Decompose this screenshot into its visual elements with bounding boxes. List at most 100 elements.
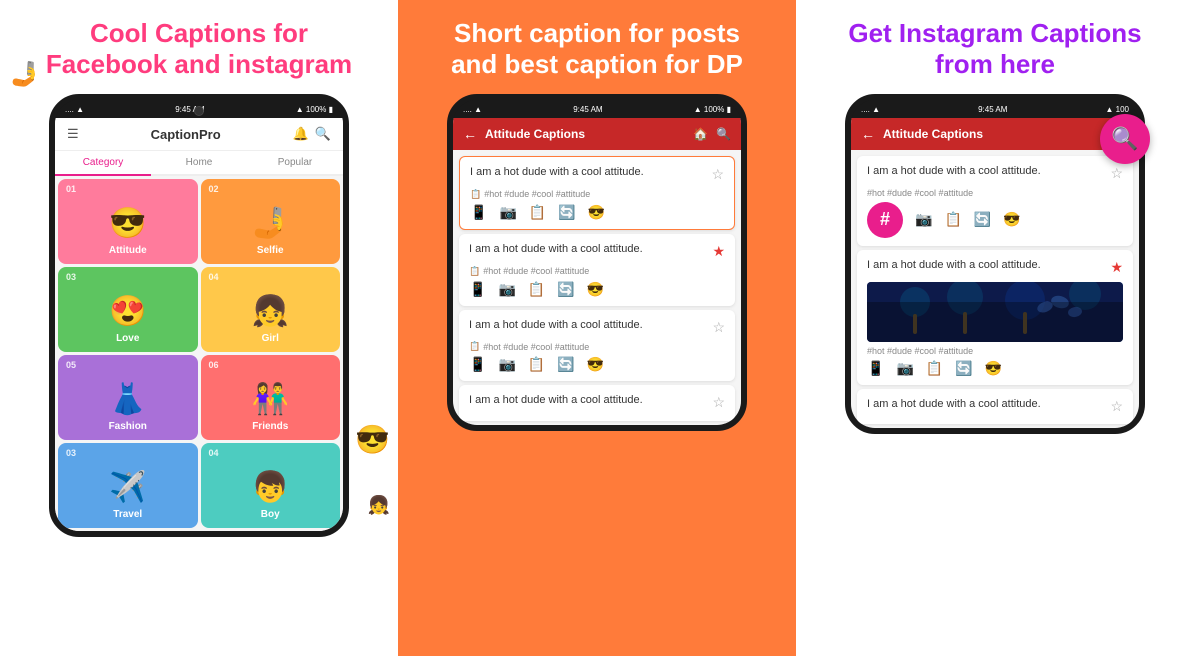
right-caption-text-3: I am a hot dude with a cool attitude. ☆ [867, 397, 1123, 417]
mid-status-time: 9:45 AM [573, 105, 602, 114]
right-star-1[interactable]: ☆ [1110, 164, 1123, 184]
mid-status-bar: .... ▲ 9:45 AM ▲ 100% ▮ [453, 100, 741, 118]
right-emoji-2[interactable]: 😎 [985, 360, 1002, 377]
grid-cell-fashion[interactable]: 05 👗 Fashion [58, 355, 198, 440]
right-copy-2[interactable]: 📋 [926, 360, 943, 377]
right-emoji-1[interactable]: 😎 [1003, 211, 1020, 228]
caption-tags-3: 📋 #hot #dude #cool #attitude [469, 341, 725, 352]
caption-card-3: I am a hot dude with a cool attitude. ☆ … [459, 310, 735, 382]
caption-tags-2: 📋 #hot #dude #cool #attitude [469, 266, 725, 277]
right-copy-1[interactable]: 📋 [944, 211, 961, 228]
section-mid: Short caption for posts and best caption… [398, 0, 796, 656]
grid-cell-friends[interactable]: 06 👫 Friends [201, 355, 341, 440]
right-instagram-2[interactable]: 📷 [896, 360, 913, 377]
share-icon-1[interactable]: 🔄 [558, 204, 575, 221]
grid-cell-travel[interactable]: 03 ✈️ Travel [58, 443, 198, 528]
right-app-bar: ← Attitude Captions 🏠 [851, 118, 1139, 150]
left-app-title: CaptionPro [151, 127, 221, 142]
instagram-icon-2[interactable]: 📷 [498, 281, 515, 298]
emoji-icon-2[interactable]: 😎 [587, 281, 604, 298]
share-icon-3[interactable]: 🔄 [557, 356, 574, 373]
mid-phone-screen: ← Attitude Captions 🏠 🔍 I am a hot dude … [453, 118, 741, 424]
mid-search-icon[interactable]: 🔍 [716, 127, 731, 141]
left-headline: Cool Captions for Facebook and instagram [0, 0, 398, 90]
right-caption-text-2: I am a hot dude with a cool attitude. ★ [867, 258, 1123, 278]
whatsapp-icon-1[interactable]: 📱 [470, 204, 487, 221]
whatsapp-icon-2[interactable]: 📱 [469, 281, 486, 298]
right-instagram-1[interactable]: 📷 [915, 211, 932, 228]
star-icon-3[interactable]: ☆ [712, 318, 725, 338]
whatsapp-icon-3[interactable]: 📱 [469, 356, 486, 373]
notification-icon[interactable]: 🔔 [293, 126, 309, 142]
section-left: Cool Captions for Facebook and instagram… [0, 0, 398, 656]
copy-icon-1[interactable]: 📋 [470, 189, 481, 200]
mid-status-battery: ▲ 100% ▮ [694, 105, 731, 114]
caption-actions-2: 📱 📷 📋 🔄 😎 [469, 281, 725, 298]
share-icon-2[interactable]: 🔄 [557, 281, 574, 298]
hamburger-icon[interactable]: ☰ [67, 126, 79, 142]
caption-image [867, 282, 1123, 342]
copy-action-1[interactable]: 📋 [529, 204, 546, 221]
left-app-bar-icons: 🔔 🔍 [293, 126, 331, 142]
emoji-icon-1[interactable]: 😎 [588, 204, 605, 221]
caption-text-4: I am a hot dude with a cool attitude. ☆ [469, 393, 725, 413]
tab-category[interactable]: Category [55, 151, 151, 176]
grid-cell-love[interactable]: 03 😍 Love [58, 267, 198, 352]
category-grid: 01 😎 Attitude 02 🤳 Selfie 03 😍 Love 04 👧 [55, 176, 343, 531]
right-star-2[interactable]: ★ [1110, 258, 1123, 278]
section-right: Get Instagram Captions from here 🔍 .... … [796, 0, 1194, 656]
copy-action-2[interactable]: 📋 [528, 281, 545, 298]
right-caption-actions-1: # 📷 📋 🔄 😎 [867, 202, 1123, 238]
grid-cell-selfie[interactable]: 02 🤳 Selfie [201, 179, 341, 264]
right-headline: Get Instagram Captions from here [796, 0, 1194, 90]
mid-phone: .... ▲ 9:45 AM ▲ 100% ▮ ← Attitude Capti… [447, 94, 747, 430]
copy-icon-2[interactable]: 📋 [469, 266, 480, 277]
mid-app-bar: ← Attitude Captions 🏠 🔍 [453, 118, 741, 150]
instagram-icon-3[interactable]: 📷 [498, 356, 515, 373]
star-icon-2[interactable]: ★ [712, 242, 725, 262]
star-icon-4[interactable]: ☆ [712, 393, 725, 413]
tab-popular[interactable]: Popular [247, 151, 343, 174]
right-caption-card-2: I am a hot dude with a cool attitude. ★ [857, 250, 1133, 385]
search-icon[interactable]: 🔍 [315, 126, 331, 142]
left-phone: .... ▲ 9:45 AM ▲ 100% ▮ ☰ CaptionPro 🔔 🔍… [49, 94, 349, 537]
mid-status-dots: .... ▲ [463, 105, 482, 114]
instagram-icon-1[interactable]: 📷 [499, 204, 516, 221]
right-whatsapp-2[interactable]: 📱 [867, 360, 884, 377]
left-phone-screen: ☰ CaptionPro 🔔 🔍 Category Home Popular 0… [55, 118, 343, 531]
caption-actions-1: 📱 📷 📋 🔄 😎 [470, 204, 724, 221]
right-caption-card-1: I am a hot dude with a cool attitude. ☆ … [857, 156, 1133, 246]
left-status-battery: ▲ 100% ▮ [296, 105, 333, 114]
right-share-2[interactable]: 🔄 [955, 360, 972, 377]
right-back-icon[interactable]: ← [861, 126, 875, 142]
caption-text-1: I am a hot dude with a cool attitude. ☆ [470, 165, 724, 185]
grid-cell-attitude[interactable]: 01 😎 Attitude [58, 179, 198, 264]
deco-emoji-cool: 😎 [355, 423, 390, 456]
star-icon-1[interactable]: ☆ [711, 165, 724, 185]
left-app-bar: ☰ CaptionPro 🔔 🔍 [55, 118, 343, 151]
deco-emoji-selfie: 🤳 [10, 60, 40, 89]
right-share-1[interactable]: 🔄 [974, 211, 991, 228]
right-status-dots: .... ▲ [861, 105, 880, 114]
tab-home[interactable]: Home [151, 151, 247, 174]
mid-home-icon[interactable]: 🏠 [693, 127, 708, 141]
right-status-time: 9:45 AM [978, 105, 1007, 114]
right-phone-wrapper: 🔍 .... ▲ 9:45 AM ▲ 100 ← Attitude Captio… [845, 94, 1145, 434]
caption-text-2: I am a hot dude with a cool attitude. ★ [469, 242, 725, 262]
right-status-bar: .... ▲ 9:45 AM ▲ 100 [851, 100, 1139, 118]
right-phone-screen: ← Attitude Captions 🏠 I am a hot dude wi… [851, 118, 1139, 428]
emoji-icon-3[interactable]: 😎 [587, 356, 604, 373]
mid-headline: Short caption for posts and best caption… [398, 0, 796, 90]
right-caption-actions-2: 📱 📷 📋 🔄 😎 [867, 360, 1123, 377]
caption-actions-3: 📱 📷 📋 🔄 😎 [469, 356, 725, 373]
copy-icon-3[interactable]: 📋 [469, 341, 480, 352]
mid-back-icon[interactable]: ← [463, 126, 477, 142]
hashtag-circle[interactable]: # [867, 202, 903, 238]
grid-cell-girl[interactable]: 04 👧 Girl [201, 267, 341, 352]
right-star-3[interactable]: ☆ [1110, 397, 1123, 417]
right-caption-tags-1: #hot #dude #cool #attitude [867, 188, 1123, 198]
copy-action-3[interactable]: 📋 [528, 356, 545, 373]
right-bar-title: Attitude Captions [883, 127, 1106, 141]
right-caption-tags-2: #hot #dude #cool #attitude [867, 346, 1123, 356]
grid-cell-boy[interactable]: 04 👦 Boy [201, 443, 341, 528]
